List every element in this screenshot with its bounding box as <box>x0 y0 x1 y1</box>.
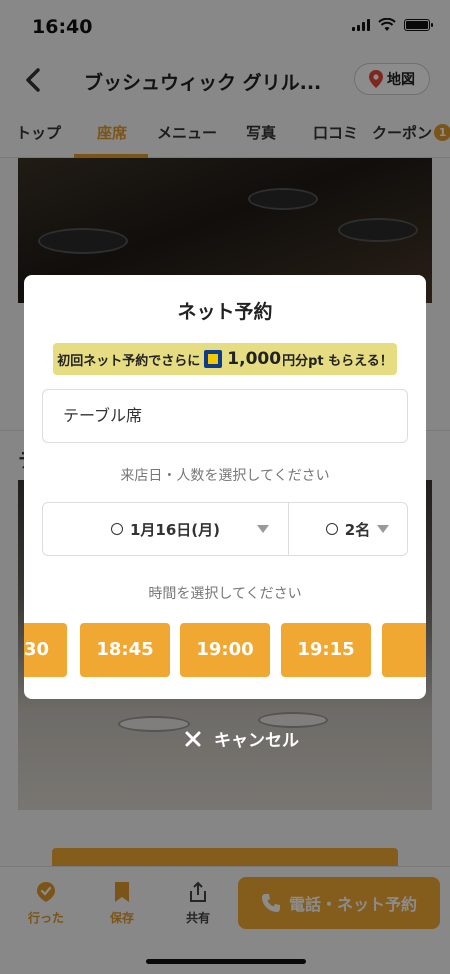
date-people-hint: 来店日・人数を選択してください <box>120 468 330 484</box>
time-hint: 時間を選択してください <box>148 586 302 602</box>
promo-banner: 初回ネット予約でさらに 1,000 円分pt もらえる！ <box>53 343 397 375</box>
time-slot-carousel[interactable]: :30 18:45 19:00 19:15 <box>24 623 426 677</box>
net-reservation-modal: ネット予約 初回ネット予約でさらに 1,000 円分pt もらえる！ テーブル席… <box>24 275 426 699</box>
close-icon <box>185 731 201 746</box>
chevron-down-icon <box>257 525 269 533</box>
date-people-selector: 1月16日(月) 2名 <box>42 502 408 556</box>
date-value: 1月16日(月) <box>129 520 221 539</box>
promo-suffix: 円分pt もらえる！ <box>282 353 393 369</box>
radio-icon <box>110 523 123 535</box>
time-slot[interactable]: 19:15 <box>281 623 371 677</box>
promo-prefix: 初回ネット予約でさらに <box>57 353 201 369</box>
time-slot[interactable]: 18:45 <box>80 623 170 677</box>
radio-icon <box>325 523 338 535</box>
cancel-label: キャンセル <box>214 731 299 751</box>
chevron-down-icon <box>377 525 389 533</box>
people-value: 2名 <box>344 520 371 539</box>
time-slot[interactable] <box>382 623 426 677</box>
time-slot[interactable]: 19:00 <box>180 623 270 677</box>
promo-amount: 1,000 <box>227 349 282 369</box>
time-slot[interactable]: :30 <box>24 623 67 677</box>
modal-title: ネット予約 <box>177 301 273 323</box>
seat-type-field[interactable]: テーブル席 <box>42 389 408 443</box>
cancel-button[interactable]: キャンセル <box>184 726 299 751</box>
date-select[interactable]: 1月16日(月) <box>43 503 289 555</box>
people-select[interactable]: 2名 <box>289 503 407 555</box>
t-point-logo-icon <box>204 350 223 368</box>
